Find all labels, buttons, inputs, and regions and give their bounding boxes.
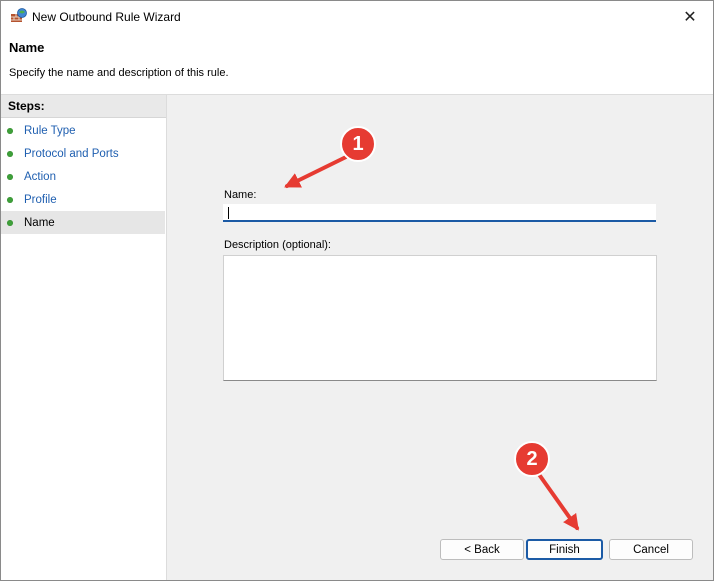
step-label: Name bbox=[24, 216, 55, 229]
firewall-wizard-icon bbox=[11, 8, 27, 22]
steps-heading: Steps: bbox=[1, 95, 166, 118]
green-dot-icon bbox=[7, 196, 13, 203]
text-caret bbox=[228, 207, 229, 219]
cancel-button[interactable]: Cancel bbox=[609, 539, 693, 560]
steps-panel: Steps: Rule Type Protocol and Ports Acti… bbox=[1, 95, 167, 580]
description-label: Description (optional): bbox=[224, 239, 331, 251]
back-button[interactable]: < Back bbox=[440, 539, 524, 560]
step-profile[interactable]: Profile bbox=[1, 188, 165, 211]
green-dot-icon bbox=[7, 150, 13, 157]
green-dot-icon bbox=[7, 173, 13, 180]
window-title: New Outbound Rule Wizard bbox=[32, 10, 181, 24]
step-label: Rule Type bbox=[24, 124, 76, 137]
wizard-content: Name: Description (optional): < Back Fin… bbox=[167, 95, 713, 580]
green-dot-icon bbox=[7, 127, 13, 134]
finish-button[interactable]: Finish bbox=[526, 539, 603, 560]
close-button[interactable]: ✕ bbox=[667, 1, 713, 32]
wizard-header: Name Specify the name and description of… bbox=[1, 32, 713, 95]
page-title: Name bbox=[9, 40, 45, 55]
annotation-badge-1: 1 bbox=[340, 126, 376, 162]
step-protocol-and-ports[interactable]: Protocol and Ports bbox=[1, 142, 165, 165]
name-label: Name: bbox=[224, 189, 257, 201]
page-description: Specify the name and description of this… bbox=[9, 67, 229, 79]
name-input[interactable] bbox=[223, 204, 656, 222]
close-icon: ✕ bbox=[683, 8, 697, 26]
wizard-window: New Outbound Rule Wizard ✕ Name Specify … bbox=[0, 0, 714, 581]
step-action[interactable]: Action bbox=[1, 165, 165, 188]
step-name: Name bbox=[1, 211, 165, 234]
green-dot-icon bbox=[7, 219, 13, 226]
step-label: Protocol and Ports bbox=[24, 147, 119, 160]
description-textarea[interactable] bbox=[223, 255, 657, 381]
step-rule-type[interactable]: Rule Type bbox=[1, 119, 165, 142]
title-bar[interactable]: New Outbound Rule Wizard ✕ bbox=[1, 1, 713, 32]
step-label: Action bbox=[24, 170, 56, 183]
annotation-badge-2: 2 bbox=[514, 441, 550, 477]
step-label: Profile bbox=[24, 193, 57, 206]
